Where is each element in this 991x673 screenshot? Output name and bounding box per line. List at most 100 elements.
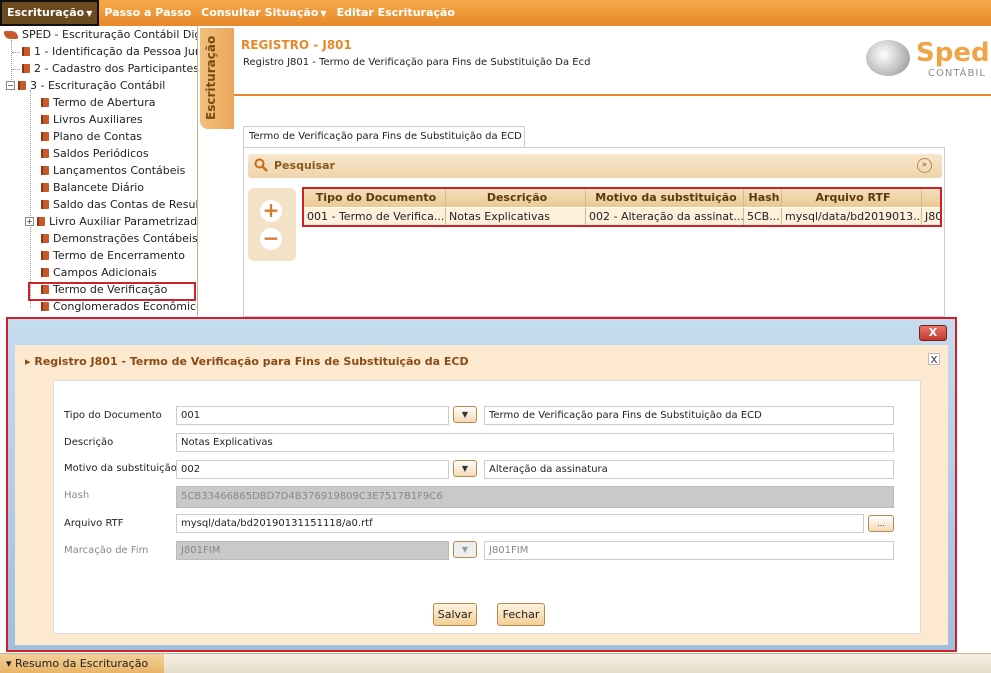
menu-editar-escrituracao[interactable]: Editar Escrituração <box>332 0 460 26</box>
highlight-box <box>28 282 196 301</box>
menu-escrituracao[interactable]: Escrituração ▼ <box>0 0 100 26</box>
hash-label: Hash <box>64 490 90 501</box>
tipo-documento-field[interactable]: 001 <box>176 406 449 425</box>
column-hash[interactable]: Hash <box>744 189 782 207</box>
tree-item-termo-abertura[interactable]: Termo de Abertura <box>41 94 155 111</box>
menu-consultar-situacao[interactable]: Consultar Situação ▼ <box>196 0 331 26</box>
close-button[interactable]: Fechar <box>497 603 545 626</box>
tree-item-saldo-contas-resultado[interactable]: Saldo das Contas de Resultado <box>41 196 197 213</box>
book-icon <box>41 149 49 158</box>
cell-descricao: Notas Explicativas <box>446 208 586 225</box>
records-table: Tipo do Documento Descrição Motivo da su… <box>302 187 942 227</box>
search-bar[interactable]: Pesquisar » <box>248 154 942 178</box>
search-label: Pesquisar <box>274 159 335 172</box>
tipo-dropdown-button[interactable]: ▼ <box>453 406 477 423</box>
book-icon <box>41 251 49 260</box>
remove-button[interactable]: − <box>260 228 282 250</box>
hash-field: 5CB33466865DBD7D4B376919809C3E7517B1F9C6 <box>176 486 894 508</box>
tree-item-identificacao[interactable]: 1 - Identificação da Pessoa Jurídica <box>22 43 197 60</box>
resumo-tab[interactable]: ▾ Resumo da Escrituração <box>0 654 164 673</box>
marcacao-fim-label: Marcação de Fim <box>64 545 149 556</box>
side-tab-escrituracao[interactable]: Escrituração <box>200 28 234 129</box>
search-icon <box>254 158 268 172</box>
motivo-descricao-field: Alteração da assinatura <box>484 460 894 479</box>
footer-bar: ▾ Resumo da Escrituração <box>0 653 991 673</box>
record-form: Tipo do Documento 001 ▼ Termo de Verific… <box>53 380 921 634</box>
column-descricao[interactable]: Descrição <box>446 189 586 207</box>
tipo-documento-label: Tipo do Documento <box>64 410 162 421</box>
edit-dialog: X ▸ Registro J801 - Termo de Verificação… <box>6 317 957 652</box>
motivo-label: Motivo da substituição <box>64 463 177 474</box>
browse-button[interactable]: ... <box>868 515 894 532</box>
row-actions: + − <box>248 188 296 261</box>
window-close-button[interactable]: X <box>919 325 947 341</box>
marcacao-fim-field: J801FIM <box>176 541 449 560</box>
column-arquivo-rtf[interactable]: Arquivo RTF <box>782 189 922 207</box>
disc-icon <box>866 40 910 76</box>
descricao-label: Descrição <box>64 437 114 448</box>
tree-item-livros-auxiliares[interactable]: Livros Auxiliares <box>41 111 143 128</box>
dialog-title: ▸ Registro J801 - Termo de Verificação p… <box>25 355 469 368</box>
sped-logo: Sped CONTÁBIL <box>862 34 990 84</box>
header-divider <box>234 94 991 96</box>
book-icon <box>22 64 30 73</box>
book-icon <box>18 81 26 90</box>
expand-icon[interactable]: + <box>25 217 34 226</box>
chevron-down-icon[interactable]: » <box>917 158 932 173</box>
table-row[interactable]: 001 - Termo de Verifica... Notas Explica… <box>304 208 940 225</box>
marcacao-dropdown-button: ▼ <box>453 541 477 558</box>
tree-item-plano-contas[interactable]: Plano de Contas <box>41 128 142 145</box>
collapse-icon[interactable]: − <box>6 81 15 90</box>
motivo-field[interactable]: 002 <box>176 460 449 479</box>
cell-tipo: 001 - Termo de Verifica... <box>304 208 446 225</box>
book-icon <box>41 98 49 107</box>
navigation-tree: SPED - Escrituração Contábil Digital 1 -… <box>0 26 198 316</box>
book-icon <box>41 234 49 243</box>
dialog-body: ▸ Registro J801 - Termo de Verificação p… <box>15 345 948 645</box>
page-title: REGISTRO - J801 <box>241 38 352 52</box>
logo-text: Sped <box>916 38 990 68</box>
tree-item-cadastro[interactable]: 2 - Cadastro dos Participantes <box>22 60 197 77</box>
sped-icon <box>4 30 18 39</box>
tree-item-saldos-periodicos[interactable]: Saldos Periódicos <box>41 145 149 162</box>
menu-bar: Escrituração ▼ Passo a Passo Consultar Si… <box>0 0 991 26</box>
tree-item-livro-auxiliar-param[interactable]: + Livro Auxiliar Parametrizado <box>25 213 197 230</box>
table-header: Tipo do Documento Descrição Motivo da su… <box>304 189 940 207</box>
book-icon <box>41 183 49 192</box>
menu-passo-a-passo[interactable]: Passo a Passo <box>99 0 196 26</box>
arquivo-rtf-field[interactable]: mysql/data/bd20190131151118/a0.rtf <box>176 514 864 533</box>
column-motivo[interactable]: Motivo da substituição <box>586 189 744 207</box>
tree-item-termo-encerramento[interactable]: Termo de Encerramento <box>41 247 185 264</box>
add-button[interactable]: + <box>260 200 282 222</box>
save-button[interactable]: Salvar <box>433 603 477 626</box>
tree-item-balancete-diario[interactable]: Balancete Diário <box>41 179 144 196</box>
cell-hash: 5CB... <box>744 208 782 225</box>
tree-item-campos-adicionais[interactable]: Campos Adicionais <box>41 264 157 281</box>
book-icon <box>22 47 30 56</box>
motivo-dropdown-button[interactable]: ▼ <box>453 460 477 477</box>
book-icon <box>41 268 49 277</box>
cell-arquivo: mysql/data/bd2019013... <box>782 208 922 225</box>
book-icon <box>41 302 49 311</box>
cell-motivo: 002 - Alteração da assinat... <box>586 208 744 225</box>
tree-item-demonstracoes[interactable]: Demonstrações Contábeis <box>41 230 197 247</box>
cell-extra: J80 <box>922 208 940 225</box>
book-icon <box>41 132 49 141</box>
tipo-descricao-field: Termo de Verificação para Fins de Substi… <box>484 406 894 425</box>
descricao-field[interactable]: Notas Explicativas <box>176 433 894 452</box>
book-icon <box>37 217 45 226</box>
book-icon <box>41 115 49 124</box>
tree-item-lancamentos[interactable]: Lançamentos Contábeis <box>41 162 185 179</box>
logo-subtext: CONTÁBIL <box>928 68 986 79</box>
tree-item-escrituracao-contabil[interactable]: −3 - Escrituração Contábil <box>6 77 165 94</box>
book-icon <box>41 166 49 175</box>
page-subtitle: Registro J801 - Termo de Verificação par… <box>243 57 591 68</box>
dialog-titlebar[interactable] <box>10 321 953 343</box>
marcacao-fim-descricao: J801FIM <box>484 541 894 560</box>
arquivo-rtf-label: Arquivo RTF <box>64 518 124 529</box>
close-icon[interactable]: x <box>928 353 940 365</box>
tree-root[interactable]: SPED - Escrituração Contábil Digital <box>4 26 197 43</box>
tab-termo-verificacao[interactable]: Termo de Verificação para Fins de Substi… <box>243 126 525 148</box>
column-extra[interactable] <box>922 189 940 207</box>
column-tipo-documento[interactable]: Tipo do Documento <box>304 189 446 207</box>
